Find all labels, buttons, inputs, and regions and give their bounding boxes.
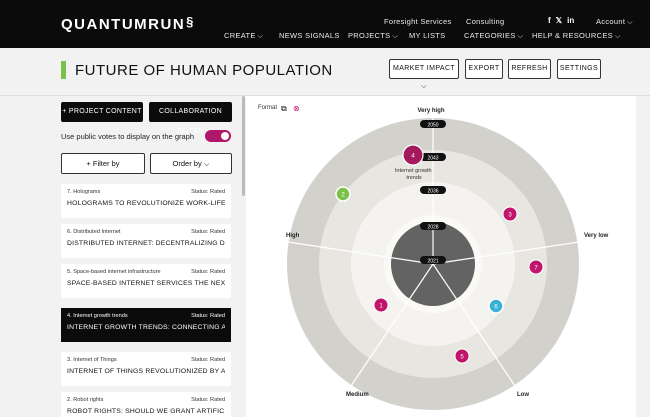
label-very-low: Very low xyxy=(584,233,609,239)
settings-button[interactable]: SETTINGS xyxy=(557,59,601,79)
label-very-high: Very high xyxy=(417,108,444,114)
status-badge: Status: Rated xyxy=(191,189,225,195)
radar-point-1[interactable]: 1 xyxy=(373,297,389,313)
list-item[interactable]: 2. Robot rights Status: Rated ROBOT RIGHT… xyxy=(61,392,231,417)
list-item[interactable]: 5. Space-based internet infrastructure St… xyxy=(61,264,231,298)
public-votes-label: Use public votes to display on the graph xyxy=(61,132,194,141)
left-panel-scrollbar[interactable] xyxy=(242,96,245,196)
list-item[interactable]: 3. Internet of Things Status: Rated INTER… xyxy=(61,352,231,386)
twitter-icon[interactable]: 𝕏 xyxy=(556,16,562,25)
top-header: QUANTUMRUN§ CREATE ⌵ NEWS SIGNALS PROJECT… xyxy=(0,0,650,48)
status-badge: Status: Rated xyxy=(191,357,225,363)
label-high: High xyxy=(286,233,300,239)
refresh-button[interactable]: REFRESH xyxy=(508,59,551,79)
title-bar: FUTURE OF HUMAN POPULATION MARKET IMPACT… xyxy=(0,48,650,96)
chevron-down-icon: ⌵ xyxy=(421,83,427,90)
radar-chart: 2050 2043 2036 2028 2021 Very high High … xyxy=(286,108,609,410)
svg-text:2028: 2028 xyxy=(427,224,438,230)
svg-text:2021: 2021 xyxy=(427,258,438,264)
svg-text:4: 4 xyxy=(411,153,415,160)
chevron-down-icon: ⌵ xyxy=(614,33,621,40)
year-pill: 2036 xyxy=(420,186,446,194)
chevron-down-icon: ⌵ xyxy=(627,19,633,26)
list-item-selected[interactable]: 4. Internet growth trends Status: Rated I… xyxy=(61,308,231,342)
nav-my-lists[interactable]: MY LISTS xyxy=(409,31,445,40)
linkedin-icon[interactable]: in xyxy=(567,16,574,25)
chevron-down-icon: ⌵ xyxy=(392,33,399,40)
svg-text:2043: 2043 xyxy=(427,155,438,161)
nav-projects[interactable]: PROJECTS ⌵ xyxy=(348,31,398,41)
nav-help-resources[interactable]: HELP & RESOURCES ⌵ xyxy=(532,31,621,41)
nav-categories[interactable]: CATEGORIES ⌵ xyxy=(464,31,523,41)
radar-point-3[interactable]: 3 xyxy=(502,206,518,222)
project-content-button[interactable]: + PROJECT CONTENT xyxy=(61,102,143,122)
chevron-down-icon: ⌵ xyxy=(257,33,264,40)
radar-point-4[interactable]: 4 xyxy=(402,144,424,166)
radar-point-5[interactable]: 5 xyxy=(454,348,470,364)
year-pill: 2028 xyxy=(420,222,446,230)
year-pill: 2050 xyxy=(420,120,446,128)
label-medium: Medium xyxy=(346,392,369,398)
title-accent xyxy=(61,61,66,79)
social-links: f 𝕏in xyxy=(548,16,579,25)
list-item[interactable]: 6. Distributed Internet Status: Rated DIS… xyxy=(61,224,231,258)
status-badge: Status: Rated xyxy=(191,229,225,235)
radar-point-2[interactable]: 2 xyxy=(335,186,351,202)
collaboration-notes-button[interactable]: COLLABORATION NOTES xyxy=(149,102,232,135)
radar-panel: Format ⧉ ⊗ 2050 2043 2036 2028 2021 Very… xyxy=(246,96,636,417)
radar-point-7[interactable]: 7 xyxy=(528,259,544,275)
status-badge: Status: Rated xyxy=(191,269,225,275)
page-title: FUTURE OF HUMAN POPULATION xyxy=(75,62,333,79)
chevron-down-icon: ⌵ xyxy=(203,159,210,168)
label-low: Low xyxy=(517,392,529,398)
left-panel: + PROJECT CONTENT COLLABORATION NOTES Us… xyxy=(54,96,244,417)
logo-text: QUANTUMRUN xyxy=(61,16,186,33)
chevron-down-icon: ⌵ xyxy=(517,33,524,40)
radar-point-6[interactable]: 6 xyxy=(488,298,504,314)
facebook-icon[interactable]: f xyxy=(548,16,551,25)
nav-consulting[interactable]: Consulting xyxy=(466,17,504,26)
svg-text:2050: 2050 xyxy=(427,122,438,128)
order-by-button[interactable]: Order by ⌵ xyxy=(150,153,232,174)
filter-by-button[interactable]: + Filter by xyxy=(61,153,145,174)
nav-news-signals[interactable]: NEWS SIGNALS xyxy=(279,31,340,40)
export-button[interactable]: EXPORT xyxy=(465,59,503,79)
public-votes-toggle[interactable] xyxy=(205,130,231,142)
toggle-knob xyxy=(221,132,229,140)
status-badge: Status: Rated xyxy=(191,313,225,319)
logo-mark-icon: § xyxy=(186,14,195,29)
year-pill: 2043 xyxy=(420,153,446,161)
market-impact-button[interactable]: MARKET IMPACT ⌵ xyxy=(389,59,459,90)
nav-create[interactable]: CREATE ⌵ xyxy=(224,31,263,41)
status-badge: Status: Rated xyxy=(191,397,225,403)
svg-text:2036: 2036 xyxy=(427,188,438,194)
nav-account[interactable]: Account ⌵ xyxy=(596,17,633,27)
nav-foresight-services[interactable]: Foresight Services xyxy=(384,17,452,26)
year-pill: 2021 xyxy=(420,256,446,264)
quantumrun-logo[interactable]: QUANTUMRUN§ xyxy=(61,14,195,33)
list-item[interactable]: 7. Holograms Status: Rated HOLOGRAMS TO R… xyxy=(61,184,231,218)
